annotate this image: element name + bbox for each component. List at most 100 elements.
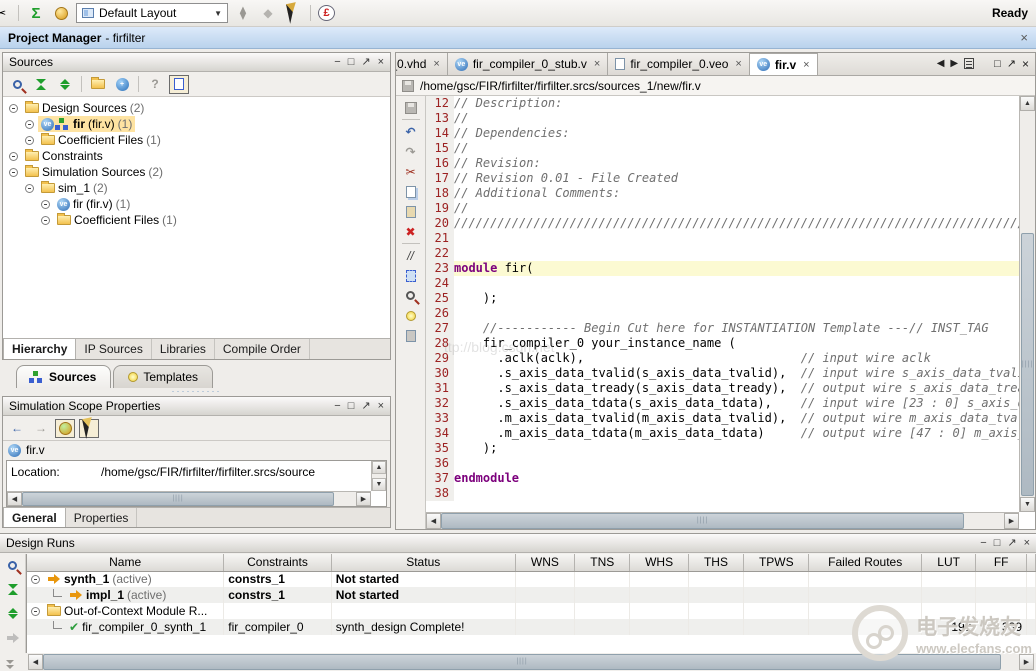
scroll-down-icon[interactable]: ▼ <box>372 478 386 491</box>
scroll-right-icon[interactable]: ▶ <box>356 492 371 506</box>
close-icon[interactable]: × <box>1020 33 1028 43</box>
scroll-up-icon[interactable]: ▲ <box>1020 96 1035 111</box>
close-icon[interactable]: × <box>1022 57 1029 71</box>
add-sources-icon[interactable]: + <box>112 75 132 94</box>
scissors-icon[interactable]: ✂ <box>0 4 11 23</box>
vertical-scrollbar[interactable]: ▲▼ <box>371 461 386 491</box>
tree-expander-icon[interactable] <box>41 216 50 225</box>
column-header-name[interactable]: Name <box>27 554 224 571</box>
scroll-left-icon[interactable]: ◀ <box>7 492 22 506</box>
select-toggle-icon[interactable] <box>79 419 99 438</box>
pin-icon[interactable]: ⧫ <box>233 4 253 23</box>
tab-hierarchy[interactable]: Hierarchy <box>3 338 76 359</box>
scroll-right-icon[interactable]: ▶ <box>1004 513 1019 529</box>
find-in-file-icon[interactable] <box>401 287 421 304</box>
code-line[interactable]: 15// <box>426 141 1019 156</box>
tree-item[interactable]: vefir(fir.v)(1) <box>3 116 390 132</box>
close-icon[interactable]: × <box>378 401 384 411</box>
tab-ip-sources[interactable]: IP Sources <box>76 339 151 359</box>
delete-icon[interactable]: ✖ <box>401 223 421 240</box>
editor-tab[interactable]: vefir.v× <box>750 53 818 75</box>
tab-list-icon[interactable] <box>964 58 974 69</box>
code-line[interactable]: 30 .s_axis_data_tvalid(s_axis_data_tvali… <box>426 366 1019 381</box>
back-icon[interactable]: ← <box>7 419 27 438</box>
maximize-icon[interactable]: □ <box>348 57 355 67</box>
code-line[interactable]: 23module fir( <box>426 261 1019 276</box>
tree-expander-icon[interactable] <box>31 607 40 616</box>
float-icon[interactable]: ↗ <box>1007 538 1016 548</box>
maximize-icon[interactable]: □ <box>348 401 355 411</box>
code-line[interactable]: 27 //----------- Begin Cut here for INST… <box>426 321 1019 336</box>
column-header-constraints[interactable]: Constraints <box>224 554 332 571</box>
code-line[interactable]: 26 <box>426 306 1019 321</box>
location-value[interactable]: /home/gsc/FIR/firfilter/firfilter.srcs/s… <box>101 465 315 479</box>
code-line[interactable]: 22 <box>426 246 1019 261</box>
scroll-up-icon[interactable]: ▲ <box>372 461 386 474</box>
scrollbar-thumb[interactable] <box>22 492 334 506</box>
forward-icon[interactable]: → <box>31 419 51 438</box>
code-lines[interactable]: 12// Description:13//14// Dependencies:1… <box>426 96 1019 512</box>
horizontal-scrollbar[interactable]: ◀ ▶ <box>7 491 371 506</box>
column-header-lut[interactable]: LUT <box>921 554 975 571</box>
table-row[interactable]: ✔fir_compiler_0_synth_1fir_compiler_0syn… <box>27 619 1036 635</box>
indent-block-icon[interactable] <box>401 267 421 284</box>
code-line[interactable]: 33 .m_axis_data_tvalid(m_axis_data_tvali… <box>426 411 1019 426</box>
code-line[interactable]: 36 <box>426 456 1019 471</box>
open-folder-icon[interactable] <box>88 75 108 94</box>
launch-run-icon[interactable] <box>3 628 23 647</box>
minimize-icon[interactable]: − <box>334 57 340 67</box>
lightbulb-icon[interactable] <box>401 307 421 324</box>
tree-expander-icon[interactable] <box>31 575 40 584</box>
properties-toggle-icon[interactable] <box>55 419 75 438</box>
scroll-down-icon[interactable]: ▼ <box>1020 497 1035 512</box>
code-line[interactable]: 25 ); <box>426 291 1019 306</box>
tree-expander-icon[interactable] <box>25 136 34 145</box>
tree-expander-icon[interactable] <box>25 184 34 193</box>
vertical-scrollbar[interactable]: ▲ ▼ <box>1019 96 1035 512</box>
layout-dropdown[interactable]: Default Layout ▼ <box>76 3 228 23</box>
code-area[interactable]: 12// Description:13//14// Dependencies:1… <box>426 96 1035 529</box>
horizontal-scrollbar[interactable]: ◀ ▶ <box>426 512 1019 529</box>
settings-gear-icon[interactable] <box>51 4 71 23</box>
expand-all-icon[interactable] <box>3 580 23 599</box>
column-header-status[interactable]: Status <box>331 554 515 571</box>
template-icon[interactable] <box>401 327 421 344</box>
code-line[interactable]: 34 .m_axis_data_tdata(m_axis_data_tdata)… <box>426 426 1019 441</box>
language-bubble-icon[interactable]: £ <box>318 5 335 21</box>
code-line[interactable]: 24 <box>426 276 1019 291</box>
column-header-ths[interactable]: THS <box>688 554 743 571</box>
tree-expander-icon[interactable] <box>9 104 18 113</box>
editor-tab[interactable]: vefir_compiler_0_stub.v× <box>448 53 609 75</box>
tree-item[interactable]: Coefficient Files(1) <box>3 132 390 148</box>
minimize-icon[interactable]: − <box>980 538 986 548</box>
sigma-run-icon[interactable]: Σ <box>26 4 46 23</box>
dock-splitter-handle[interactable]: ·········· <box>2 389 391 395</box>
scroll-right-icon[interactable]: ▶ <box>1019 654 1034 670</box>
table-row[interactable]: synth_1 (active)constrs_1Not started <box>27 571 1036 587</box>
copy-icon[interactable] <box>401 183 421 200</box>
tab-general[interactable]: General <box>3 507 66 527</box>
code-line[interactable]: 17// Revision 0.01 - File Created <box>426 171 1019 186</box>
tree-item[interactable]: Constraints <box>3 148 390 164</box>
float-icon[interactable]: ↗ <box>1007 57 1016 70</box>
code-line[interactable]: 28 fir_compiler_0 your_instance_name ( <box>426 336 1019 351</box>
code-line[interactable]: 16// Revision: <box>426 156 1019 171</box>
maximize-icon[interactable]: □ <box>994 538 1001 548</box>
tab-properties[interactable]: Properties <box>66 508 138 527</box>
column-header-ff[interactable]: FF <box>976 554 1027 571</box>
tree-item[interactable]: Coefficient Files(1) <box>3 212 390 228</box>
tabs-scroll-right-icon[interactable]: ▶ <box>950 58 958 69</box>
save-file-icon[interactable] <box>401 99 421 116</box>
save-icon[interactable] <box>402 80 414 92</box>
cursor-tool-icon[interactable] <box>283 4 303 23</box>
search-icon[interactable] <box>3 556 23 575</box>
code-line[interactable]: 32 .s_axis_data_tdata(s_axis_data_tdata)… <box>426 396 1019 411</box>
code-line[interactable]: 13// <box>426 111 1019 126</box>
code-line[interactable]: 18// Additional Comments: <box>426 186 1019 201</box>
table-row[interactable]: impl_1 (active)constrs_1Not started <box>27 587 1036 603</box>
column-header-whs[interactable]: WHS <box>630 554 688 571</box>
close-tab-icon[interactable]: × <box>803 59 809 71</box>
tree-item[interactable]: sim_1(2) <box>3 180 390 196</box>
code-line[interactable]: 38 <box>426 486 1019 501</box>
scroll-to-selected-icon[interactable] <box>169 75 189 94</box>
